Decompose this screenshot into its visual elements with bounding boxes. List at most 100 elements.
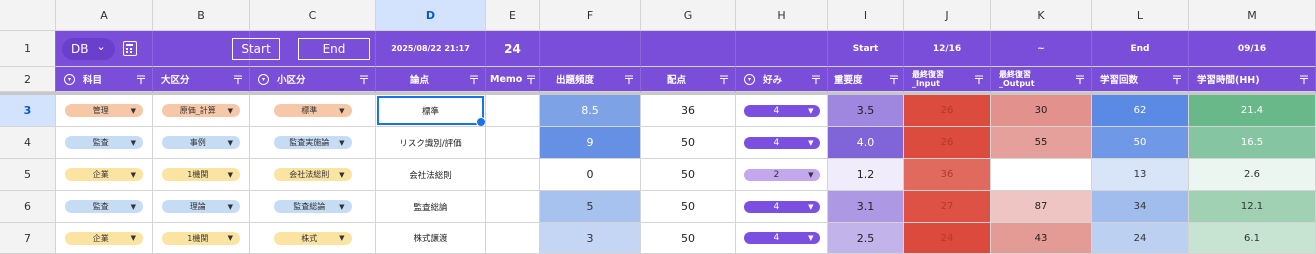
cell-c1[interactable]: Start End: [232, 31, 376, 67]
header-m[interactable]: 学習時間(HH) 〒: [1189, 67, 1316, 92]
header-i[interactable]: 重要度 〒: [828, 67, 904, 92]
cell-e1[interactable]: 24: [486, 31, 540, 67]
cell-d[interactable]: 監査総論: [376, 191, 486, 223]
cell-h[interactable]: 4 ▼: [736, 223, 828, 254]
cell-e[interactable]: [486, 95, 540, 127]
column-header-j[interactable]: J: [904, 0, 991, 31]
category-chip-dropdown[interactable]: 標準 ▼: [273, 104, 352, 117]
cell-d[interactable]: 株式譲渡: [376, 223, 486, 254]
column-header-m[interactable]: M: [1189, 0, 1316, 31]
header-a[interactable]: ▾ 科目 〒: [56, 67, 153, 92]
cell-f[interactable]: 9: [540, 127, 641, 159]
cell-g[interactable]: 50: [641, 159, 736, 191]
cell-d[interactable]: 標準: [376, 95, 486, 127]
cell-l1[interactable]: End: [1092, 31, 1189, 67]
cell-l[interactable]: 50: [1092, 127, 1189, 159]
cell-m[interactable]: 16.5: [1189, 127, 1316, 159]
select-all-corner[interactable]: [0, 0, 56, 31]
cell-h[interactable]: 4 ▼: [736, 191, 828, 223]
cell-a[interactable]: 企業 ▼: [56, 223, 153, 254]
calculator-icon[interactable]: [122, 41, 137, 56]
preference-dropdown[interactable]: 4 ▼: [743, 136, 820, 149]
filter-icon[interactable]: 〒: [135, 71, 147, 88]
cell-b[interactable]: 原価_計算 ▼: [153, 95, 250, 127]
toggle-circle-icon[interactable]: ▾: [744, 73, 755, 85]
cell-k[interactable]: 30: [991, 95, 1092, 127]
preference-dropdown[interactable]: 4 ▼: [743, 232, 820, 244]
category-chip-dropdown[interactable]: 管理 ▼: [65, 104, 143, 117]
cell-l[interactable]: 62: [1092, 95, 1189, 127]
row-header-1[interactable]: 1: [0, 31, 56, 67]
cell-i[interactable]: 1.2: [828, 159, 904, 191]
fill-handle[interactable]: [476, 117, 485, 126]
cell-k[interactable]: 87: [991, 191, 1092, 223]
column-header-l[interactable]: L: [1092, 0, 1189, 31]
cell-m[interactable]: 2.6: [1189, 159, 1316, 191]
category-chip-dropdown[interactable]: 株式 ▼: [273, 231, 352, 245]
filter-icon[interactable]: 〒: [1298, 71, 1310, 88]
category-chip-dropdown[interactable]: 企業 ▼: [65, 168, 143, 181]
cell-b[interactable]: 1機関 ▼: [153, 223, 250, 254]
cell-d[interactable]: リスク識別/評価: [376, 127, 486, 159]
category-chip-dropdown[interactable]: 監査 ▼: [65, 200, 143, 213]
cell-g[interactable]: 50: [641, 127, 736, 159]
row-header-4[interactable]: 4: [0, 127, 56, 159]
cell-h[interactable]: 4 ▼: [736, 127, 828, 159]
cell-a1[interactable]: DB ⌄: [56, 31, 153, 67]
cell-f1[interactable]: [540, 31, 641, 67]
cell-j[interactable]: 36: [904, 159, 991, 191]
cell-d1-datetime[interactable]: 2025/08/22 21:17: [376, 31, 486, 67]
start-button[interactable]: Start: [232, 37, 280, 60]
filter-icon[interactable]: 〒: [525, 71, 537, 88]
cell-c[interactable]: 監査総論 ▼: [250, 191, 376, 223]
category-chip-dropdown[interactable]: 1機関 ▼: [162, 231, 240, 245]
cell-g[interactable]: 50: [641, 223, 736, 254]
row-header-5[interactable]: 5: [0, 159, 56, 191]
cell-j[interactable]: 26: [904, 127, 991, 159]
cell-c[interactable]: 株式 ▼: [250, 223, 376, 254]
header-e[interactable]: Memo 〒: [486, 67, 540, 92]
cell-j[interactable]: 24: [904, 223, 991, 254]
cell-i[interactable]: 4.0: [828, 127, 904, 159]
cell-e[interactable]: [486, 127, 540, 159]
column-header-e[interactable]: E: [486, 0, 540, 31]
column-header-k[interactable]: K: [991, 0, 1092, 31]
column-header-d[interactable]: D: [376, 0, 486, 31]
filter-icon[interactable]: 〒: [973, 71, 985, 88]
header-f[interactable]: 出題頻度 〒: [540, 67, 641, 92]
filter-icon[interactable]: 〒: [468, 71, 480, 88]
cell-i[interactable]: 2.5: [828, 223, 904, 254]
cell-i[interactable]: 3.1: [828, 191, 904, 223]
cell-l[interactable]: 24: [1092, 223, 1189, 254]
toggle-circle-icon[interactable]: ▾: [64, 73, 75, 85]
row-header-6[interactable]: 6: [0, 191, 56, 223]
cell-b[interactable]: 事例 ▼: [153, 127, 250, 159]
cell-h1[interactable]: [736, 31, 828, 67]
toggle-circle-icon[interactable]: ▾: [258, 73, 269, 85]
filter-icon[interactable]: 〒: [358, 71, 370, 88]
cell-g1[interactable]: [641, 31, 736, 67]
filter-icon[interactable]: 〒: [888, 71, 900, 88]
cell-i[interactable]: 3.5: [828, 95, 904, 127]
cell-m1[interactable]: 09/16: [1189, 31, 1316, 67]
filter-icon[interactable]: 〒: [1074, 71, 1086, 88]
cell-k[interactable]: 55: [991, 127, 1092, 159]
cell-e[interactable]: [486, 223, 540, 254]
header-g[interactable]: 配点 〒: [641, 67, 736, 92]
cell-j1[interactable]: 12/16: [904, 31, 991, 67]
cell-a[interactable]: 企業 ▼: [56, 159, 153, 191]
cell-e[interactable]: [486, 191, 540, 223]
header-d[interactable]: 論点 〒: [376, 67, 486, 92]
cell-a[interactable]: 監査 ▼: [56, 127, 153, 159]
category-chip-dropdown[interactable]: 監査総論 ▼: [273, 200, 352, 213]
column-header-f[interactable]: F: [540, 0, 641, 31]
filter-icon[interactable]: 〒: [232, 71, 244, 88]
header-c[interactable]: ▾ 小区分 〒: [250, 67, 376, 92]
db-dropdown-button[interactable]: DB ⌄: [62, 37, 115, 60]
cell-e[interactable]: [486, 159, 540, 191]
column-header-b[interactable]: B: [153, 0, 250, 31]
category-chip-dropdown[interactable]: 1機関 ▼: [162, 168, 240, 181]
category-chip-dropdown[interactable]: 原価_計算 ▼: [162, 104, 240, 117]
column-header-g[interactable]: G: [641, 0, 736, 31]
cell-h[interactable]: 2 ▼: [736, 159, 828, 191]
